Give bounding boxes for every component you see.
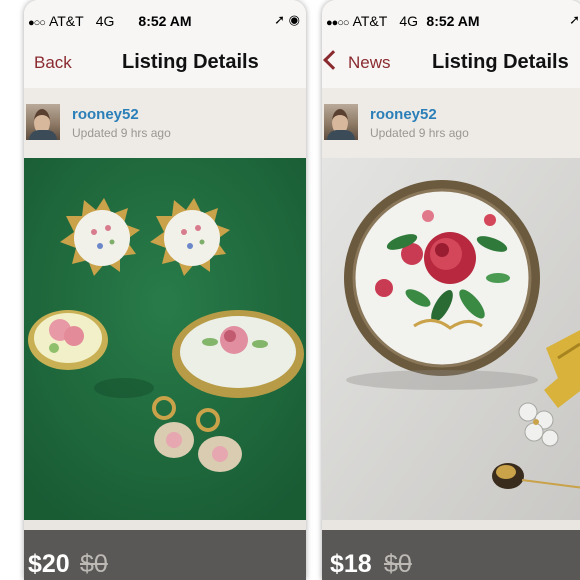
round-brooch (28, 310, 108, 370)
divider (24, 520, 306, 530)
status-bar: ●○○ AT&T 4G 8:52 AM ➚ ◉ (24, 0, 306, 40)
seller-row[interactable]: rooney52 Updated 9 hrs ago (322, 88, 580, 158)
listing-screen-left: ●○○ AT&T 4G 8:52 AM ➚ ◉ Back Listing Detai… (24, 0, 306, 580)
price-bar: $18 $0 (322, 530, 580, 580)
nav-title: Listing Details (432, 51, 569, 73)
status-bar: ●●○○ AT&T 4G 8:52 AM ➚ (322, 0, 580, 40)
embroidered-compact (344, 180, 540, 376)
original-price: $0 (80, 550, 108, 578)
location-arrow-icon: ➚ (274, 12, 286, 27)
embroidery-photo (322, 158, 580, 520)
seller-username[interactable]: rooney52 (370, 106, 437, 123)
original-price: $0 (384, 550, 412, 578)
chevron-left-icon (323, 50, 343, 70)
price-bar: $20 $0 (24, 530, 306, 580)
listing-screen-right: ●●○○ AT&T 4G 8:52 AM ➚ News Listing Detail… (322, 0, 580, 580)
avatar[interactable] (324, 104, 358, 140)
nav-title: Listing Details (122, 51, 259, 73)
nav-bar: Back Listing Details (24, 40, 306, 89)
status-indicators: ➚ ◉ (274, 12, 300, 28)
avatar[interactable] (26, 104, 60, 140)
back-label: News (348, 53, 391, 72)
back-button[interactable]: News (323, 50, 391, 73)
nav-bar: News Listing Details (322, 40, 580, 89)
status-time: 8:52 AM (138, 13, 192, 29)
avatar-body (29, 130, 57, 140)
seller-username[interactable]: rooney52 (72, 106, 139, 123)
location-arrow-icon: ➚ (569, 12, 580, 27)
status-indicators: ➚ (569, 12, 580, 28)
status-time: 8:52 AM (426, 13, 480, 29)
avatar-body (327, 130, 355, 140)
updated-time: Updated 9 hrs ago (72, 126, 171, 140)
listing-photo[interactable] (322, 158, 580, 520)
listing-price: $18 (330, 550, 372, 578)
divider (322, 520, 580, 530)
seller-row[interactable]: rooney52 Updated 9 hrs ago (24, 88, 306, 158)
listing-photo[interactable] (24, 158, 306, 520)
alarm-icon: ◉ (288, 12, 300, 27)
oval-brooch (172, 310, 304, 398)
listing-price: $20 (28, 550, 70, 578)
updated-time: Updated 9 hrs ago (370, 126, 469, 140)
back-label: Back (34, 53, 72, 72)
jewelry-photo (24, 158, 306, 520)
back-button[interactable]: Back (34, 53, 72, 73)
